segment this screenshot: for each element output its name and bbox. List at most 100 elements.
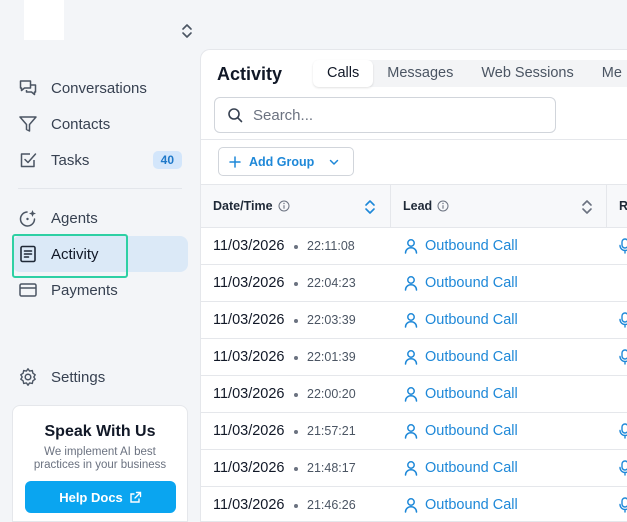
separator-dot [294,319,298,323]
microphone-icon[interactable] [619,349,627,365]
sidebar-item-payments[interactable]: Payments [12,272,188,308]
tasks-count-badge: 40 [152,151,182,169]
tab-calls[interactable]: Calls [313,60,374,87]
sidebar: Conversations Contacts Tasks 40 Agents A… [0,0,200,522]
sidebar-item-conversations[interactable]: Conversations [12,70,188,106]
separator-dot [294,245,298,249]
sort-icon[interactable] [581,198,593,216]
sidebar-item-contacts[interactable]: Contacts [12,106,188,142]
table-row[interactable]: 11/03/2026 21:57:21 Outbound Call [201,413,627,450]
activity-panel: Activity Calls Messages Web Sessions Me … [200,49,627,522]
separator-dot [294,430,298,434]
row-lead-link[interactable]: Outbound Call [425,497,518,513]
page-title: Activity [217,64,283,84]
table-header: Date/Time Lead R [201,184,627,228]
sidebar-item-tasks[interactable]: Tasks 40 [12,142,188,178]
workspace-logo[interactable] [24,0,64,40]
row-lead-link[interactable]: Outbound Call [425,349,518,365]
user-icon [404,239,418,254]
row-time: 22:11:08 [307,239,355,253]
table-row[interactable]: 11/03/2026 22:11:08 Outbound Call [201,228,627,265]
column-header-lead[interactable]: Lead [403,185,449,227]
row-date: 11/03/2026 [213,312,285,328]
chevron-up-down-icon[interactable] [180,22,194,40]
row-lead-link[interactable]: Outbound Call [425,423,518,439]
sidebar-item-agents[interactable]: Agents [12,200,188,236]
table-row[interactable]: 11/03/2026 21:46:26 Outbound Call [201,487,627,521]
row-time: 22:01:39 [307,350,356,364]
info-icon [278,200,290,212]
search-input[interactable] [253,106,533,124]
row-date: 11/03/2026 [213,386,285,402]
sidebar-item-label: Conversations [51,79,147,97]
add-group-button[interactable]: Add Group [218,147,354,176]
table-row[interactable]: 11/03/2026 21:48:17 Outbound Call [201,450,627,487]
search-box [214,97,556,133]
chevron-down-icon [330,159,339,165]
help-docs-label: Help Docs [59,489,123,505]
sidebar-divider [18,188,182,189]
table-row[interactable]: 11/03/2026 22:00:20 Outbound Call [201,376,627,413]
row-time: 21:57:21 [307,424,356,438]
row-lead-link[interactable]: Outbound Call [425,460,518,476]
microphone-icon[interactable] [619,423,627,439]
sort-icon[interactable] [364,198,376,216]
row-time: 21:46:26 [307,498,356,512]
filter-icon [18,114,38,134]
microphone-icon[interactable] [619,312,627,328]
row-lead-link[interactable]: Outbound Call [425,275,518,291]
row-lead-link[interactable]: Outbound Call [425,386,518,402]
activity-tabs: Calls Messages Web Sessions Me [313,60,627,87]
tab-more[interactable]: Me [588,60,627,87]
row-date: 11/03/2026 [213,349,285,365]
user-icon [404,276,418,291]
separator-dot [294,282,298,286]
row-date: 11/03/2026 [213,460,285,476]
user-icon [404,498,418,513]
tab-messages[interactable]: Messages [373,60,467,87]
sidebar-item-label: Contacts [51,115,111,133]
chat-bubbles-icon [18,78,38,98]
column-label: Date/Time [213,199,273,213]
user-icon [404,461,418,476]
column-separator [606,185,607,227]
row-date: 11/03/2026 [213,275,285,291]
sidebar-item-settings[interactable]: Settings [12,359,188,395]
microphone-icon[interactable] [619,238,627,254]
row-lead-link[interactable]: Outbound Call [425,312,518,328]
sidebar-item-label: Tasks [51,151,90,169]
separator-dot [294,467,298,471]
microphone-icon[interactable] [619,497,627,513]
row-time: 22:03:39 [307,313,356,327]
sidebar-item-label: Payments [51,281,118,299]
user-icon [404,313,418,328]
table-row[interactable]: 11/03/2026 22:01:39 Outbound Call [201,339,627,376]
column-header-recording[interactable]: R [619,185,627,227]
plus-icon [229,155,241,168]
table-row[interactable]: 11/03/2026 22:03:39 Outbound Call [201,302,627,339]
table-row[interactable]: 11/03/2026 22:04:23 Outbound Call [201,265,627,302]
column-header-datetime[interactable]: Date/Time [213,185,290,227]
row-time: 22:04:23 [307,276,356,290]
gear-icon [18,367,38,387]
help-docs-button[interactable]: Help Docs [25,481,176,513]
sparkle-agent-icon [18,208,38,228]
add-group-label: Add Group [249,154,315,169]
sidebar-nav: Conversations Contacts Tasks 40 Agents A… [12,70,188,308]
user-icon [404,350,418,365]
user-icon [404,424,418,439]
row-time: 21:48:17 [307,461,356,475]
settings-section: Settings [12,359,188,395]
tab-web-sessions[interactable]: Web Sessions [467,60,587,87]
row-lead-link[interactable]: Outbound Call [425,238,518,254]
separator-dot [294,393,298,397]
column-label: R [619,199,627,213]
credit-card-icon [18,280,38,300]
microphone-icon[interactable] [619,460,627,476]
separator-dot [294,504,298,508]
row-date: 11/03/2026 [213,497,285,513]
sidebar-item-activity[interactable]: Activity [12,236,188,272]
column-separator [390,185,391,227]
row-time: 22:00:20 [307,387,356,401]
sidebar-item-label: Settings [51,368,106,386]
